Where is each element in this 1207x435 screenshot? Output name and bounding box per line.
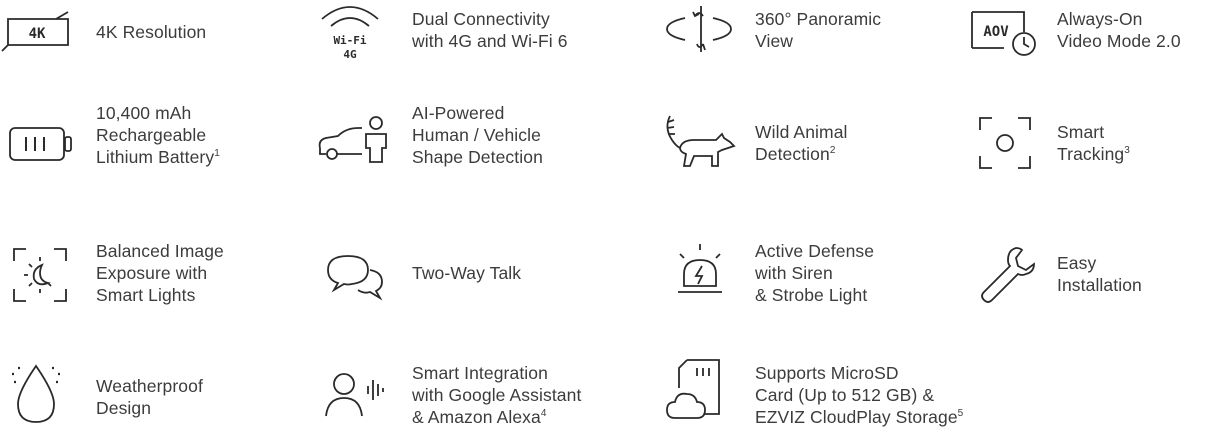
sun-moon-frame-icon: [12, 247, 68, 303]
focus-frame-icon: [978, 116, 1032, 170]
svg-text:4G: 4G: [343, 48, 357, 61]
voice-assistant-icon: [322, 370, 390, 420]
panorama-360-icon: [663, 4, 735, 54]
4k-display-icon: 4K: [6, 11, 70, 47]
feature-label: Weatherproof Design: [96, 376, 203, 418]
feature-label: Smart Tracking3: [1057, 122, 1130, 164]
battery-icon: [8, 126, 74, 162]
siren-icon: [672, 244, 728, 306]
chat-bubbles-icon: [324, 252, 386, 302]
feature-label: Smart Integration with Google Assistant …: [412, 363, 582, 427]
svg-text:Wi-Fi: Wi-Fi: [333, 34, 366, 47]
feature-label: Wild Animal Detection2: [755, 122, 848, 164]
wrench-icon: [976, 244, 1038, 306]
feature-label: Supports MicroSD Card (Up to 512 GB) & E…: [755, 363, 964, 427]
feature-label: 4K Resolution: [96, 22, 207, 42]
waterdrop-icon: [12, 360, 60, 426]
svg-text:AOV: AOV: [983, 24, 1009, 40]
raccoon-icon: [660, 112, 740, 172]
feature-label: Active Defense with Siren & Strobe Light: [755, 241, 875, 305]
feature-label: 360° Panoramic View: [755, 9, 882, 51]
feature-label: Easy Installation: [1057, 253, 1142, 295]
4k-badge: 4K: [29, 26, 46, 42]
feature-label: Always-On Video Mode 2.0: [1057, 9, 1181, 51]
feature-label: 10,400 mAh Rechargeable Lithium Battery1: [96, 103, 220, 167]
feature-label: AI-Powered Human / Vehicle Shape Detecti…: [412, 103, 543, 167]
sdcard-cloud-icon: [665, 358, 727, 424]
feature-label: Two-Way Talk: [412, 263, 522, 283]
aov-clock-icon: AOV: [970, 8, 1046, 58]
car-person-icon: [314, 114, 392, 168]
feature-label: Balanced Image Exposure with Smart Light…: [96, 241, 224, 305]
feature-label: Dual Connectivity with 4G and Wi-Fi 6: [412, 9, 568, 51]
wifi-4g-icon: Wi-Fi 4G: [318, 1, 382, 61]
